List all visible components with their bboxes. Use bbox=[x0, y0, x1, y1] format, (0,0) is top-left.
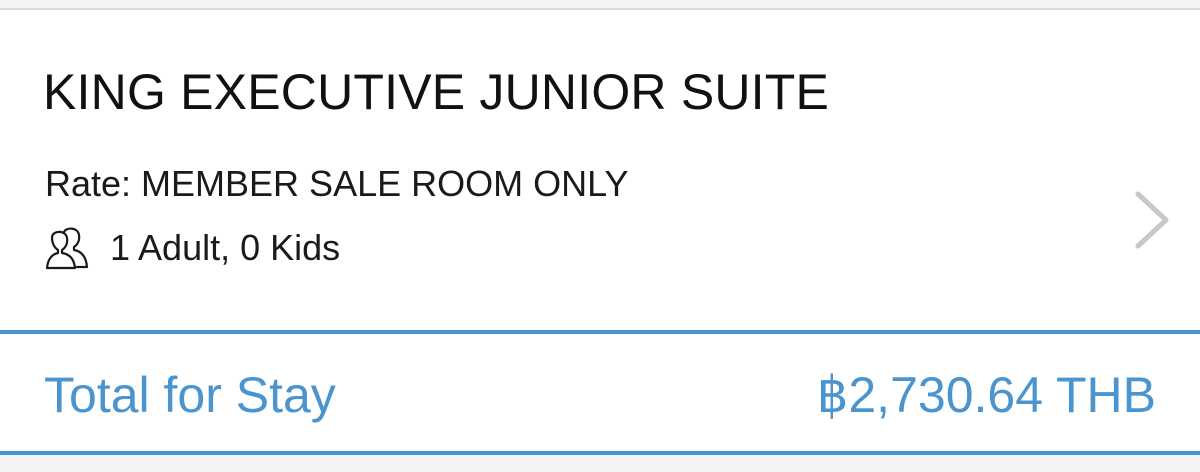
chevron-right-icon bbox=[1130, 188, 1174, 252]
guests-row: 1 Adult, 0 Kids bbox=[44, 226, 340, 270]
total-for-stay-row: Total for Stay ฿2,730.64 THB bbox=[0, 334, 1200, 451]
top-strip bbox=[0, 0, 1200, 8]
total-amount: ฿2,730.64 THB bbox=[816, 367, 1156, 423]
guests-count: 1 Adult, 0 Kids bbox=[110, 227, 341, 268]
total-label: Total for Stay bbox=[44, 367, 336, 423]
people-icon bbox=[44, 226, 90, 270]
room-details-row[interactable]: KING EXECUTIVE JUNIOR SUITE Rate: MEMBER… bbox=[0, 10, 1200, 330]
room-title: KING EXECUTIVE JUNIOR SUITE bbox=[43, 64, 830, 120]
bottom-strip bbox=[0, 455, 1200, 472]
rate-label: Rate: MEMBER SALE ROOM ONLY bbox=[45, 163, 629, 204]
